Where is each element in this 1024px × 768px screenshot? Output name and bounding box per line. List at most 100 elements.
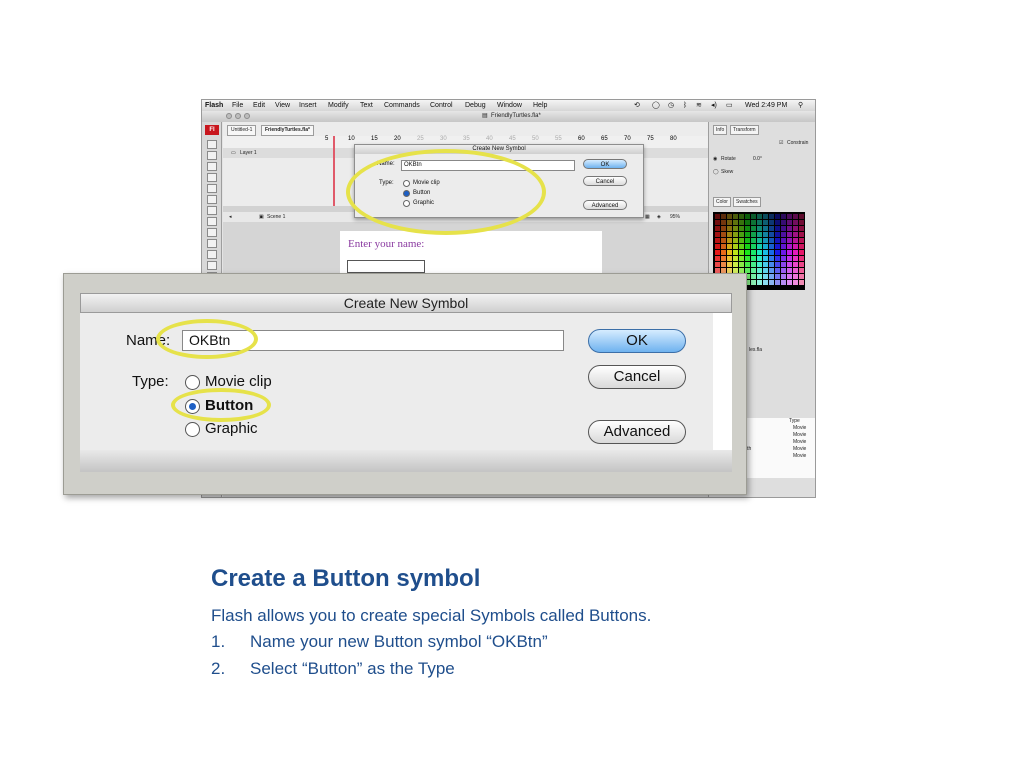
swatch-cell[interactable] — [787, 250, 792, 255]
battery-icon[interactable]: ▭ — [726, 100, 733, 111]
swatch-cell[interactable] — [793, 274, 798, 279]
swatch-cell[interactable] — [739, 262, 744, 267]
menu-commands[interactable]: Commands — [384, 100, 420, 111]
pencil-tool-icon[interactable] — [207, 228, 217, 237]
swatch-cell[interactable] — [763, 244, 768, 249]
rotate-radio[interactable]: ◉ — [713, 156, 717, 162]
swatch-cell[interactable] — [781, 232, 786, 237]
swatch-cell[interactable] — [757, 238, 762, 243]
swatch-cell[interactable] — [781, 274, 786, 279]
swatch-cell[interactable] — [757, 232, 762, 237]
swatch-cell[interactable] — [727, 214, 732, 219]
swatch-cell[interactable] — [799, 214, 804, 219]
swatch-cell[interactable] — [715, 250, 720, 255]
swatch-cell[interactable] — [781, 280, 786, 285]
swatch-cell[interactable] — [775, 262, 780, 267]
swatch-cell[interactable] — [721, 262, 726, 267]
minimize-window-button[interactable] — [235, 113, 241, 119]
swatch-cell[interactable] — [745, 244, 750, 249]
swatch-cell[interactable] — [715, 214, 720, 219]
library-file-select[interactable]: les.fla — [749, 347, 762, 353]
library-type-header[interactable]: Type — [789, 418, 800, 425]
swatch-cell[interactable] — [799, 262, 804, 267]
menu-control[interactable]: Control — [430, 100, 453, 111]
swatch-cell[interactable] — [781, 268, 786, 273]
subselection-tool-icon[interactable] — [207, 151, 217, 160]
small-ok-button[interactable]: OK — [583, 159, 627, 169]
tab-untitled[interactable]: Untitled-1 — [227, 125, 257, 136]
rectangle-tool-icon[interactable] — [207, 217, 217, 226]
tab-color[interactable]: Color — [713, 197, 731, 207]
menu-edit[interactable]: Edit — [253, 100, 265, 111]
menu-debug[interactable]: Debug — [465, 100, 486, 111]
constrain-checkbox[interactable]: ☑ — [779, 140, 783, 146]
swatch-cell[interactable] — [751, 256, 756, 261]
swatch-cell[interactable] — [757, 244, 762, 249]
swatch-cell[interactable] — [769, 226, 774, 231]
swatch-cell[interactable] — [733, 232, 738, 237]
menu-file[interactable]: File — [232, 100, 243, 111]
transform-tool-icon[interactable] — [207, 162, 217, 171]
swatch-cell[interactable] — [757, 274, 762, 279]
chat-icon[interactable]: ◯ — [652, 100, 660, 111]
swatch-cell[interactable] — [763, 280, 768, 285]
swatch-cell[interactable] — [799, 220, 804, 225]
line-tool-icon[interactable] — [207, 206, 217, 215]
swatch-cell[interactable] — [733, 226, 738, 231]
swatch-cell[interactable] — [775, 238, 780, 243]
swatch-cell[interactable] — [757, 280, 762, 285]
swatch-cell[interactable] — [721, 214, 726, 219]
swatch-cell[interactable] — [787, 232, 792, 237]
swatch-cell[interactable] — [799, 232, 804, 237]
swatch-cell[interactable] — [787, 226, 792, 231]
swatch-cell[interactable] — [793, 244, 798, 249]
swatch-cell[interactable] — [733, 220, 738, 225]
zoom-level[interactable]: 95% — [670, 212, 680, 222]
swatch-cell[interactable] — [793, 232, 798, 237]
radio-graphic[interactable] — [185, 422, 200, 437]
swatch-cell[interactable] — [745, 250, 750, 255]
swatch-cell[interactable] — [757, 226, 762, 231]
back-arrow-icon[interactable]: ◂ — [229, 212, 232, 222]
swatch-cell[interactable] — [715, 226, 720, 231]
swatch-cell[interactable] — [757, 214, 762, 219]
layer-name[interactable]: Layer 1 — [240, 148, 257, 158]
swatch-cell[interactable] — [721, 256, 726, 261]
swatch-cell[interactable] — [721, 226, 726, 231]
menu-modify[interactable]: Modify — [328, 100, 349, 111]
swatch-cell[interactable] — [793, 220, 798, 225]
edit-symbol-icon[interactable]: ◈ — [657, 212, 661, 222]
swatch-cell[interactable] — [751, 244, 756, 249]
swatch-cell[interactable] — [751, 220, 756, 225]
swatch-cell[interactable] — [727, 250, 732, 255]
volume-icon[interactable]: ◂) — [711, 100, 717, 111]
menu-app-name[interactable]: Flash — [205, 100, 223, 111]
swatch-cell[interactable] — [733, 256, 738, 261]
swatch-cell[interactable] — [793, 250, 798, 255]
swatch-cell[interactable] — [739, 226, 744, 231]
zoom-window-button[interactable] — [244, 113, 250, 119]
swatch-cell[interactable] — [751, 262, 756, 267]
swatch-cell[interactable] — [763, 262, 768, 267]
swatch-cell[interactable] — [733, 250, 738, 255]
swatch-cell[interactable] — [799, 274, 804, 279]
swatch-cell[interactable] — [745, 262, 750, 267]
menu-help[interactable]: Help — [533, 100, 547, 111]
stage-name-textbox[interactable] — [347, 260, 425, 273]
swatch-cell[interactable] — [769, 232, 774, 237]
swatch-cell[interactable] — [739, 250, 744, 255]
swatch-cell[interactable] — [781, 244, 786, 249]
swatch-cell[interactable] — [781, 262, 786, 267]
swatch-cell[interactable] — [775, 220, 780, 225]
swatch-cell[interactable] — [757, 220, 762, 225]
pen-tool-icon[interactable] — [207, 184, 217, 193]
cancel-button[interactable]: Cancel — [588, 365, 686, 389]
swatch-cell[interactable] — [715, 244, 720, 249]
swatch-cell[interactable] — [733, 238, 738, 243]
brush-tool-icon[interactable] — [207, 239, 217, 248]
swatch-cell[interactable] — [757, 256, 762, 261]
swatch-cell[interactable] — [721, 232, 726, 237]
playhead[interactable] — [333, 136, 335, 206]
swatch-cell[interactable] — [769, 262, 774, 267]
swatch-cell[interactable] — [775, 256, 780, 261]
